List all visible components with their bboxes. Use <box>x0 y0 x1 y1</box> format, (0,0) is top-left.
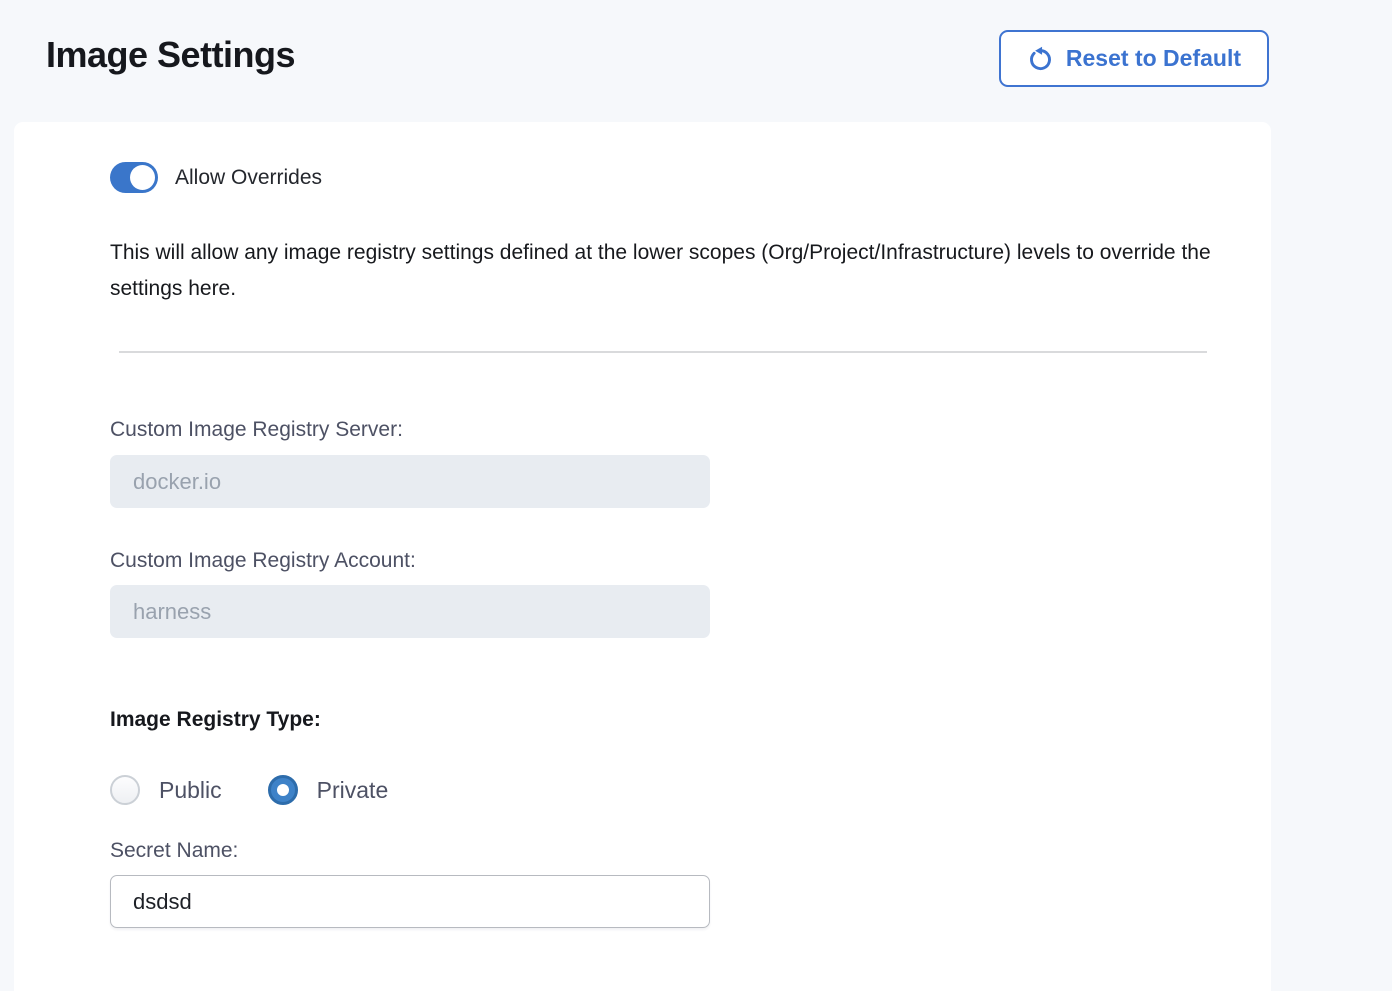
page-title: Image Settings <box>46 34 295 76</box>
allow-overrides-label: Allow Overrides <box>175 166 322 190</box>
registry-server-label: Custom Image Registry Server: <box>110 418 403 442</box>
registry-type-label: Image Registry Type: <box>110 708 321 732</box>
allow-overrides-row: Allow Overrides <box>110 162 322 193</box>
section-divider <box>119 351 1207 353</box>
radio-unchecked-icon <box>110 775 140 805</box>
reset-icon <box>1027 45 1054 72</box>
radio-option-private[interactable]: Private <box>268 775 389 805</box>
registry-server-input[interactable] <box>110 455 710 508</box>
toggle-knob-icon <box>130 165 155 190</box>
allow-overrides-toggle[interactable] <box>110 162 158 193</box>
radio-public-label: Public <box>159 777 222 804</box>
registry-type-radio-group: Public Private <box>110 775 388 805</box>
reset-to-default-button[interactable]: Reset to Default <box>999 30 1269 87</box>
overrides-description: This will allow any image registry setti… <box>110 235 1226 307</box>
radio-checked-icon <box>268 775 298 805</box>
image-settings-card: Allow Overrides This will allow any imag… <box>14 122 1271 991</box>
secret-name-input[interactable] <box>110 875 710 928</box>
page-header: Image Settings Reset to Default <box>0 0 1392 122</box>
radio-option-public[interactable]: Public <box>110 775 222 805</box>
secret-name-label: Secret Name: <box>110 839 238 863</box>
registry-account-input[interactable] <box>110 585 710 638</box>
radio-private-label: Private <box>317 777 389 804</box>
registry-account-label: Custom Image Registry Account: <box>110 549 416 573</box>
reset-button-label: Reset to Default <box>1066 45 1241 72</box>
